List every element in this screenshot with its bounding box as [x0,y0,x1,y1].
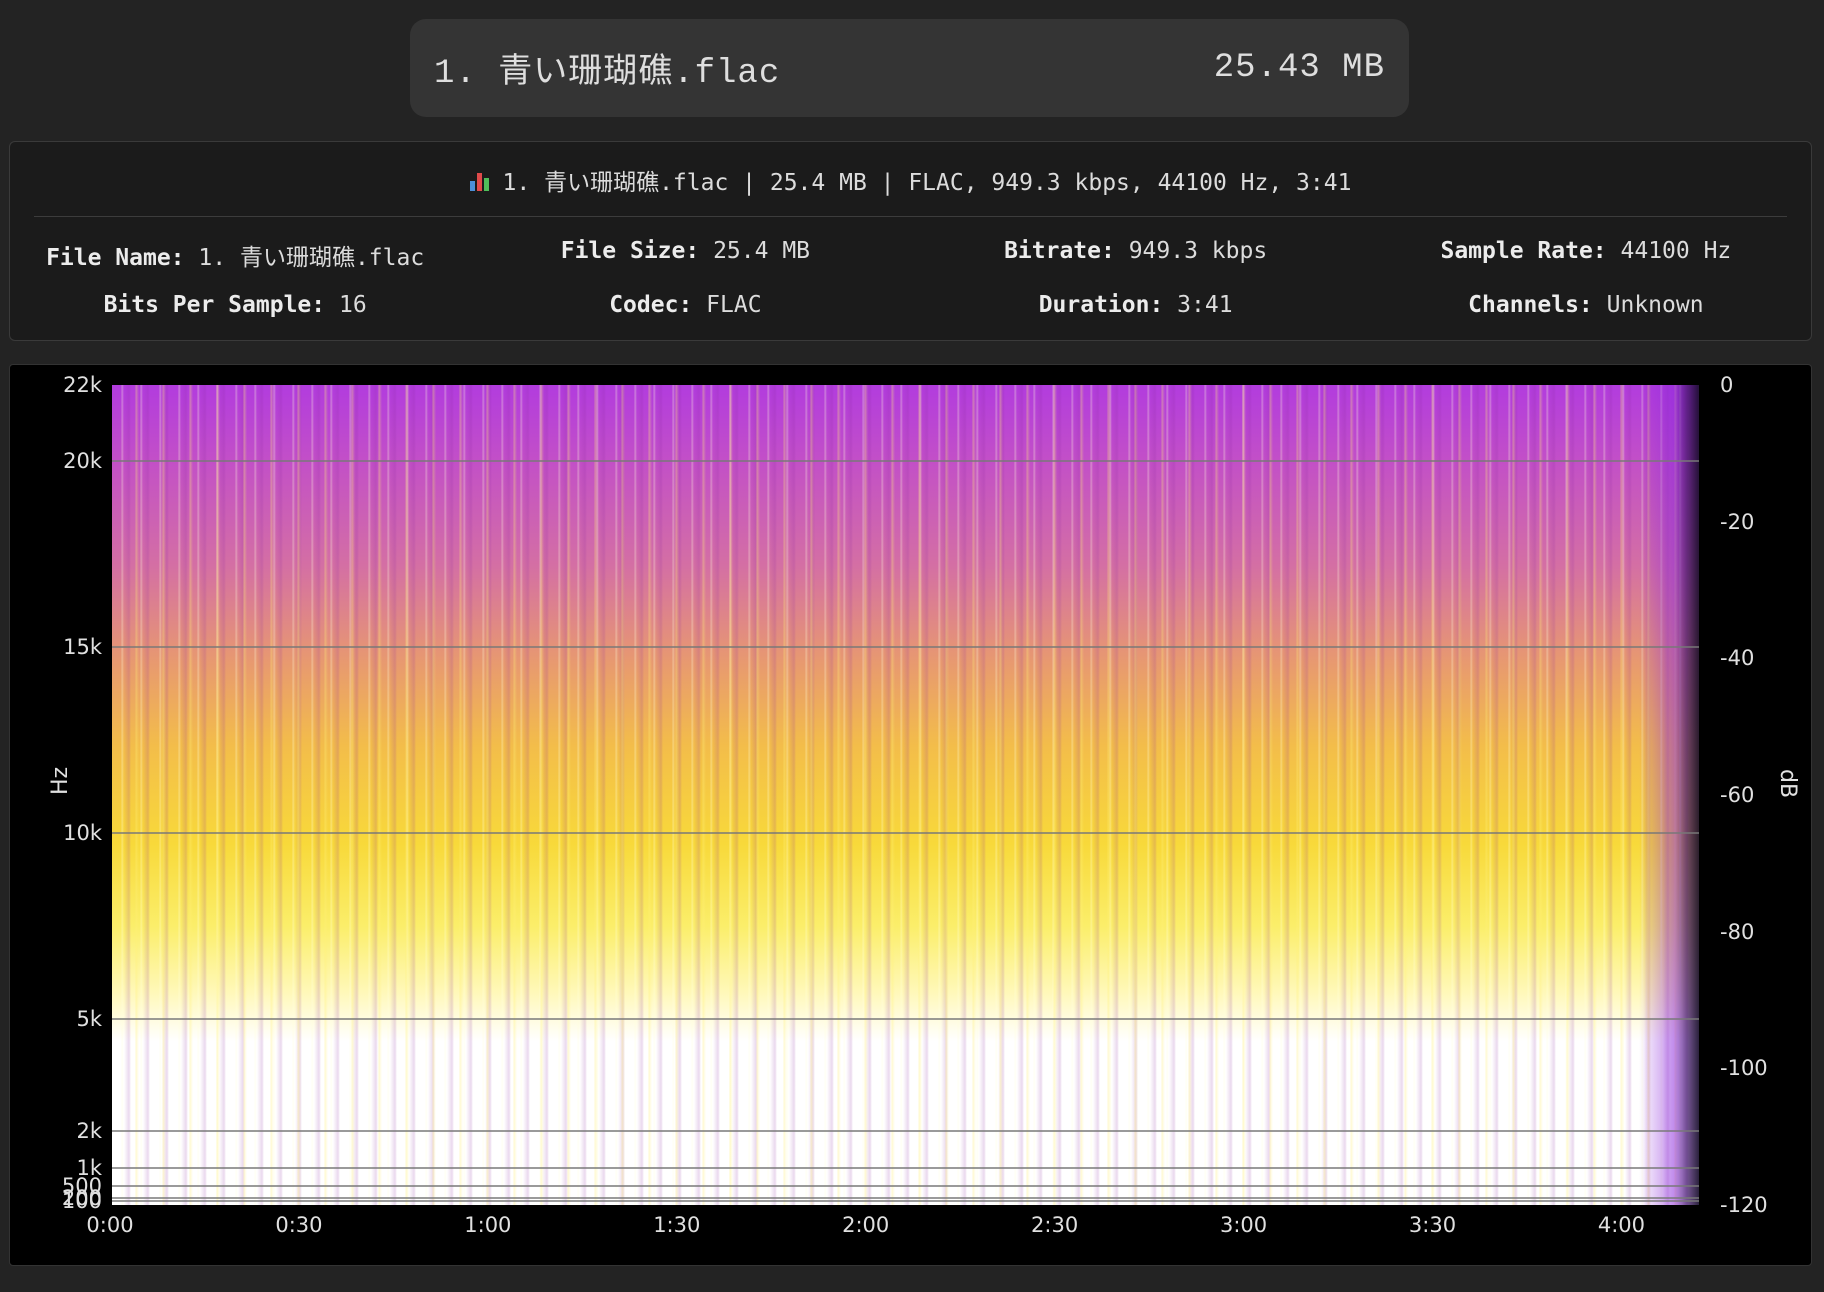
time-tick-label: 0:30 [275,1213,323,1237]
spectrogram-fade-out [1639,385,1699,1205]
time-tick-label: 0:00 [86,1213,134,1237]
db-tick-label: 0 [1720,373,1734,397]
frequency-tick-label: 10k [63,821,102,846]
file-info-panel: 1. 青い珊瑚礁.flac | 25.4 MB | FLAC, 949.3 kb… [9,141,1812,341]
frequency-gridline [112,1129,1699,1132]
time-tick-label: 2:30 [1031,1213,1079,1237]
time-tick-label: 1:30 [653,1213,701,1237]
frequency-gridline [112,1166,1699,1169]
summary-text: 1. 青い珊瑚礁.flac | 25.4 MB | FLAC, 949.3 kb… [502,170,1352,196]
file-name: 1. 青い珊瑚礁.flac [434,55,781,93]
frequency-tick-label: 5k [76,1007,102,1032]
spectrogram-panel: 22k 20k 15k 10k 5k 2k 1k 500 200 100 0 -20 -40 -60 -8… [9,364,1812,1266]
meta-file-name: File Name: 1. 青い珊瑚礁.flac [46,245,425,271]
time-tick-label: 3:00 [1219,1213,1268,1237]
spectrogram-image [112,385,1699,1205]
db-tick-label: -120 [1720,1193,1768,1217]
meta-bitrate: Bitrate: 949.3 kbps [1004,238,1268,264]
meta-duration: Duration: 3:41 [1038,292,1233,318]
frequency-gridline [112,1018,1699,1021]
frequency-tick-label: 2k [76,1118,102,1143]
frequency-gridline [112,832,1699,835]
db-tick-label: -60 [1720,783,1755,807]
db-tick-label: -40 [1720,646,1755,671]
time-tick-label: 1:00 [464,1213,512,1237]
divider [34,216,1787,217]
time-tick-label: 2:00 [842,1213,890,1237]
db-axis-label: dB [1775,769,1800,799]
db-tick-label: -20 [1720,509,1755,534]
frequency-gridline [112,1196,1699,1199]
meta-channels: Channels: Unknown [1468,292,1704,318]
file-pill[interactable]: 1. 青い珊瑚礁.flac 25.43 MB [410,19,1409,117]
frequency-tick-label: 100 [61,1189,102,1214]
file-size: 25.43 MB [1213,49,1385,87]
meta-bits-per-sample: Bits Per Sample: 16 [103,292,367,318]
file-summary: 1. 青い珊瑚礁.flac | 25.4 MB | FLAC, 949.3 kb… [10,162,1811,198]
frequency-gridline [112,460,1699,463]
bar-chart-icon [469,169,489,191]
frequency-gridline [112,1185,1699,1188]
frequency-tick-label: 15k [63,635,102,660]
time-tick-label: 3:30 [1408,1213,1457,1237]
spectrogram-texture-2 [112,385,1699,1205]
meta-file-size: File Size: 25.4 MB [560,238,811,264]
db-tick-label: -80 [1720,919,1755,944]
meta-codec: Codec: FLAC [609,292,762,318]
frequency-tick-label: 22k [63,373,102,397]
time-tick-label: 4:00 [1597,1213,1646,1237]
hz-axis-label: Hz [48,766,73,795]
meta-sample-rate: Sample Rate: 44100 Hz [1440,238,1732,264]
metadata-grid: File Name: 1. 青い珊瑚礁.flac File Size: 25.4… [10,238,1811,318]
frequency-gridline [112,646,1699,649]
frequency-tick-label: 20k [63,449,102,474]
frequency-gridline [112,1200,1699,1203]
db-tick-label: -100 [1720,1056,1768,1081]
